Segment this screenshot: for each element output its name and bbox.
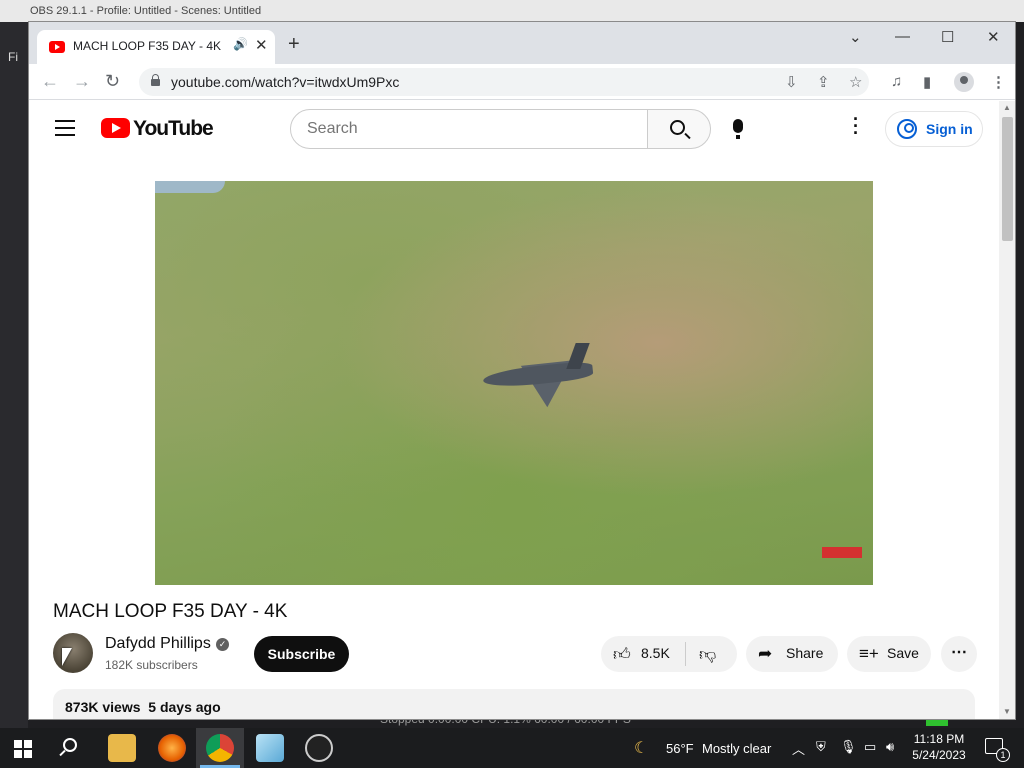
thumbs-down-icon[interactable]: 👎︎ [699, 644, 716, 665]
video-sky-patch [155, 181, 225, 193]
search-icon [670, 120, 685, 135]
forward-arrow-icon[interactable]: → [73, 71, 91, 92]
view-count-and-date: 873K views 5 days ago [65, 699, 221, 715]
youtube-page: YouTube ··· Sign in MACH LOOP F35 DAY - … [29, 101, 999, 719]
f35-jet-image [473, 341, 613, 411]
profile-avatar-icon[interactable] [954, 72, 974, 92]
weather-moon-icon[interactable]: ☾ [634, 738, 648, 758]
reload-icon[interactable]: ↻ [105, 71, 120, 92]
account-icon [897, 119, 917, 139]
url-text[interactable]: youtube.com/watch?v=itwdxUm9Pxc [171, 74, 399, 90]
clock-date: 5/24/2023 [912, 748, 966, 762]
minimize-button[interactable]: — [895, 28, 910, 45]
more-actions-icon[interactable]: ⋯ [941, 636, 977, 672]
description-box[interactable]: 873K views 5 days ago [53, 689, 975, 719]
video-title: MACH LOOP F35 DAY - 4K [53, 601, 288, 622]
chrome-icon[interactable] [206, 734, 234, 762]
obs-studio-icon[interactable] [305, 734, 333, 762]
install-app-icon[interactable]: ⇩ [785, 73, 798, 91]
network-icon[interactable]: ▭ [864, 739, 876, 755]
playlist-add-icon: ≡+ [859, 644, 879, 663]
search-box[interactable] [290, 109, 648, 149]
address-bar[interactable]: youtube.com/watch?v=itwdxUm9Pxc ⇩ ⇪ ☆ [139, 68, 869, 96]
share-label: Share [786, 645, 824, 661]
video-watermark-badge [822, 547, 862, 558]
lock-icon[interactable] [151, 74, 160, 86]
youtube-favicon-icon [49, 41, 65, 53]
side-panel-icon[interactable]: ▮ [923, 73, 931, 91]
firefox-icon[interactable] [158, 734, 186, 762]
weather-temperature[interactable]: 56°F [666, 741, 694, 756]
microphone-tray-icon[interactable]: 🎙︎ [840, 739, 857, 755]
settings-kebab-icon[interactable]: · · · [853, 110, 859, 142]
tab-strip: MACH LOOP F35 DAY - 4K - 🔊 ✕ + ⌄ — ☐ ✕ [29, 22, 1015, 64]
scroll-up-arrow-icon[interactable]: ▲ [1003, 103, 1011, 112]
upload-date: 5 days ago [148, 699, 221, 715]
channel-name[interactable]: Dafydd Phillips [105, 635, 211, 653]
obs-menu-file[interactable]: Fi [8, 50, 18, 64]
back-arrow-icon[interactable]: ← [41, 71, 59, 92]
youtube-logo-icon[interactable] [101, 118, 130, 138]
maximize-button[interactable]: ☐ [941, 28, 954, 46]
close-tab-icon[interactable]: ✕ [255, 36, 268, 54]
sign-in-button[interactable]: Sign in [885, 111, 983, 147]
sign-in-label: Sign in [926, 121, 973, 137]
mouse-pointer-icon [62, 648, 74, 668]
chrome-window: MACH LOOP F35 DAY - 4K - 🔊 ✕ + ⌄ — ☐ ✕ ←… [28, 21, 1016, 720]
video-player[interactable] [155, 181, 873, 585]
like-count[interactable]: 8.5K [641, 645, 670, 661]
security-shield-icon[interactable]: ⛨ [816, 739, 826, 755]
file-explorer-icon[interactable] [108, 734, 136, 762]
scroll-down-arrow-icon[interactable]: ▼ [1003, 707, 1011, 716]
verified-check-icon: ✓ [216, 638, 229, 651]
clock-time: 11:18 PM [913, 732, 965, 746]
tray-chevron-up-icon[interactable]: ︿ [792, 739, 805, 758]
chrome-menu-icon[interactable]: ⋮ [991, 73, 1006, 91]
like-divider [685, 642, 686, 666]
bookmark-star-icon[interactable]: ☆ [849, 73, 862, 91]
obs-window-title: OBS 29.1.1 - Profile: Untitled - Scenes:… [0, 0, 1024, 22]
speaker-icon[interactable]: 🔊 [233, 37, 248, 51]
page-scrollbar[interactable]: ▲ ▼ [999, 101, 1015, 719]
notepad-icon[interactable] [256, 734, 284, 762]
save-button[interactable]: ≡+ Save [847, 636, 931, 672]
hamburger-menu-icon[interactable] [55, 120, 75, 136]
save-label: Save [887, 645, 919, 661]
subscriber-count: 182K subscribers [105, 658, 198, 672]
close-window-button[interactable]: ✕ [987, 28, 1000, 46]
obs-sidebar: Fi [0, 22, 28, 728]
search-button[interactable] [647, 109, 711, 149]
weather-condition[interactable]: Mostly clear [702, 741, 771, 756]
tab-youtube[interactable]: MACH LOOP F35 DAY - 4K - 🔊 ✕ [37, 30, 275, 64]
windows-start-icon[interactable] [14, 740, 32, 758]
thumbs-up-icon[interactable]: 👍︎ [613, 644, 631, 665]
browser-toolbar: ← → ↻ youtube.com/watch?v=itwdxUm9Pxc ⇩ … [29, 64, 1015, 100]
tab-title: MACH LOOP F35 DAY - 4K - [73, 39, 221, 53]
new-tab-button[interactable]: + [288, 34, 300, 54]
taskbar-search-icon[interactable] [63, 738, 77, 752]
like-dislike-group: 👍︎ 8.5K 👎︎ [601, 636, 737, 672]
microphone-icon[interactable] [733, 119, 743, 139]
notification-count-badge: 1 [996, 748, 1010, 762]
view-count: 873K views [65, 699, 141, 715]
media-controls-icon[interactable]: ♫ [891, 73, 902, 90]
volume-icon[interactable]: 🔊︎ [886, 739, 894, 755]
tab-search-chevron-icon[interactable]: ⌄ [849, 28, 862, 46]
scrollbar-thumb[interactable] [1002, 117, 1013, 241]
windows-taskbar: ☾ 56°F Mostly clear ︿ ⛨ 🎙︎ ▭ 🔊︎ 11:18 PM… [0, 728, 1024, 768]
share-button[interactable]: ➦ Share [746, 636, 838, 672]
system-clock[interactable]: 11:18 PM 5/24/2023 [900, 732, 978, 762]
youtube-wordmark[interactable]: YouTube [133, 117, 214, 141]
search-input[interactable] [307, 120, 627, 138]
subscribe-button[interactable]: Subscribe [254, 636, 349, 672]
share-page-icon[interactable]: ⇪ [817, 73, 830, 91]
share-arrow-icon: ➦ [758, 644, 773, 663]
